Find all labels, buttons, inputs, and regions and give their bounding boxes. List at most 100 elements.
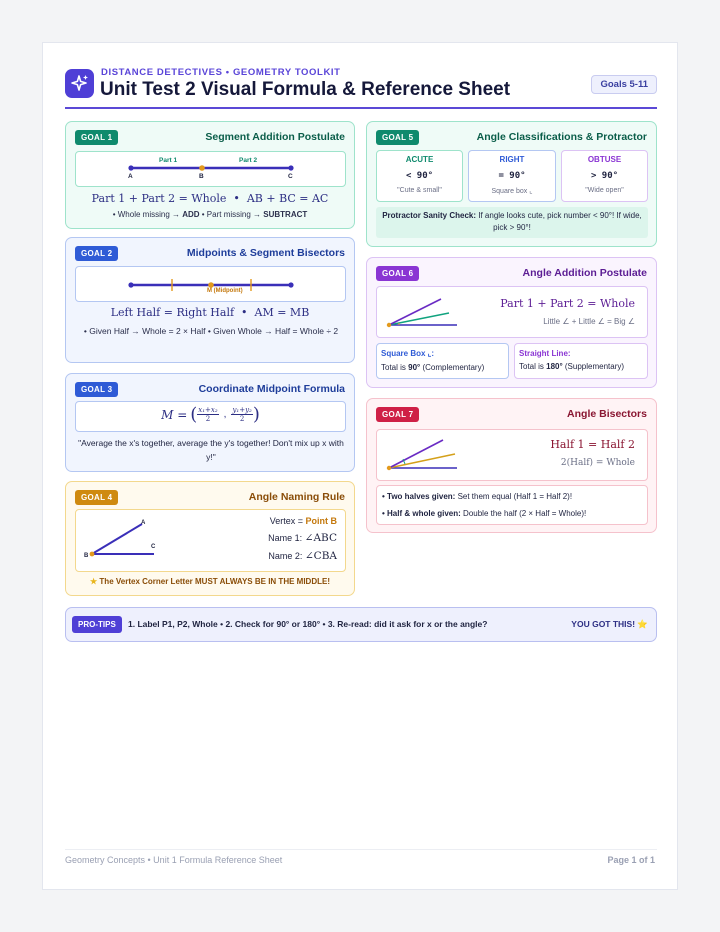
pro-tips-text: 1. Label P1, P2, Whole • 2. Check for 90…: [128, 619, 488, 629]
bisector-tips: • Two halves given: Set them equal (Half…: [376, 485, 648, 525]
goal-1-formula: Part 1 + Part 2 = Whole • AB + BC = AC: [91, 192, 329, 205]
goal-6-subformula: Little ∠ + Little ∠ = Big ∠: [543, 317, 635, 326]
open-paren: (: [190, 404, 198, 425]
goal-4-rule: ★ The Vertex Corner Letter MUST ALWAYS B…: [66, 577, 354, 586]
comma: ,: [223, 409, 227, 420]
note-subtract: SUBTRACT: [263, 210, 308, 219]
right-label: RIGHT: [499, 155, 525, 164]
right-note: Square box ⌞: [491, 188, 533, 195]
square-box-text: Total is 90° (Complementary): [381, 363, 484, 372]
goal-7-card: GOAL 7 Angle Bisectors Half 1 = Half 2 2…: [366, 398, 657, 533]
x-numerator: x₁+x₂: [197, 406, 219, 415]
goal-4-tag: GOAL 4: [75, 490, 119, 505]
point-b-label: B: [84, 553, 89, 559]
obtuse-note: "Wide open": [585, 187, 624, 194]
goal-2-title: Midpoints & Segment Bisectors: [186, 247, 345, 259]
goal-4-card: GOAL 4 Angle Naming Rule A B C Vertex = …: [65, 481, 355, 596]
goal-3-quote: "Average the x's together, average the y…: [78, 438, 344, 462]
point-a-label: A: [141, 520, 146, 526]
midpoint-label: M (Midpoint): [207, 288, 243, 294]
angle-addition-figure: [386, 298, 457, 328]
acute-box: ACUTE < 90° "Cute & small": [376, 150, 463, 202]
y-fraction: y₁+y₂ 2: [231, 406, 253, 423]
straight-line-text: Total is 180° (Supplementary): [519, 362, 624, 371]
supplementary-total: 180°: [546, 362, 563, 371]
goals-badge: Goals 5-11: [591, 75, 657, 94]
angle-addition-diagram: Part 1 + Part 2 = Whole Little ∠ + Littl…: [376, 286, 648, 338]
straight-line-card: Straight Line: Total is 180° (Supplement…: [514, 343, 648, 379]
goal-1-title: Segment Addition Postulate: [205, 131, 345, 143]
goal-5-title: Angle Classifications & Protractor: [476, 131, 647, 143]
name1-line: Name 1: ∠ABC: [268, 532, 337, 544]
goal-6-card: GOAL 6 Angle Addition Postulate Part 1 +…: [366, 257, 657, 388]
check-text: If angle looks cute, pick number < 90°! …: [476, 211, 642, 232]
name2-value: ∠CBA: [304, 550, 337, 562]
complementary-text-b: (Complementary): [420, 363, 485, 372]
angle-bisector-diagram: Half 1 = Half 2 2(Half) = Whole: [376, 429, 648, 481]
x-fraction: x₁+x₂ 2: [197, 406, 219, 423]
vertex-line: Vertex = Point B: [270, 516, 337, 526]
goal-6-title: Angle Addition Postulate: [522, 267, 647, 279]
pro-tips-cheer: YOU GOT THIS! ⭐: [571, 619, 648, 629]
tip2-label: • Half & whole given:: [382, 509, 461, 518]
midpoint-formula: M = ( x₁+x₂ 2 , y₁+y₂ 2 ): [76, 404, 345, 425]
right-value: = 90°: [498, 171, 526, 181]
name2-line: Name 2: ∠CBA: [268, 550, 337, 562]
vertex-rule-text: The Vertex Corner Letter MUST ALWAYS BE …: [99, 577, 330, 586]
protractor-check: Protractor Sanity Check: If angle looks …: [376, 207, 648, 238]
vertex-value: Point B: [305, 516, 338, 526]
note-part-missing: • Part missing →: [199, 210, 264, 219]
sparkle-icon: [65, 69, 94, 98]
y-denominator: 2: [239, 415, 245, 423]
acute-note: "Cute & small": [397, 187, 442, 194]
complementary-text-a: Total is: [381, 363, 409, 372]
angle-naming-box: A B C Vertex = Point B Name 1: ∠ABC Name…: [75, 509, 346, 572]
goal-5-card: GOAL 5 Angle Classifications & Protracto…: [366, 121, 657, 247]
goal-2-card: GOAL 2 Midpoints & Segment Bisectors M (…: [65, 237, 355, 363]
y-numerator: y₁+y₂: [231, 406, 253, 415]
goal-2-note: • Given Half → Whole = 2 × Half • Given …: [83, 326, 339, 336]
point-a-label: A: [128, 173, 133, 180]
footer-divider: [65, 849, 657, 850]
goal-7-tag: GOAL 7: [376, 407, 420, 422]
close-paren: ): [252, 404, 260, 425]
obtuse-label: OBTUSE: [587, 155, 622, 164]
name1-label: Name 1:: [268, 533, 305, 543]
goal-6-formula: Part 1 + Part 2 = Whole: [500, 297, 635, 310]
header-eyebrow: DISTANCE DETECTIVES • GEOMETRY TOOLKIT: [101, 67, 341, 78]
pro-tips-tag: PRO-TIPS: [72, 616, 122, 633]
part1-label: Part 1: [159, 157, 178, 164]
page-number: Page 1 of 1: [607, 855, 655, 865]
angle-bisector-figure: [386, 439, 457, 471]
acute-value: < 90°: [405, 171, 434, 181]
goal-7-title: Angle Bisectors: [567, 408, 647, 420]
segment-diagram: Part 1 Part 2 A B C: [75, 151, 346, 187]
goal-2-formula: Left Half = Right Half • AM = MB: [110, 306, 310, 319]
point-b-label: B: [199, 173, 204, 180]
star-icon: ★: [90, 577, 98, 586]
name2-label: Name 2:: [268, 551, 305, 561]
check-label: Protractor Sanity Check:: [382, 211, 477, 220]
goal-5-tag: GOAL 5: [376, 130, 420, 145]
acute-label: ACUTE: [405, 155, 434, 164]
goal-3-card: GOAL 3 Coordinate Midpoint Formula M = (…: [65, 373, 355, 472]
page-title: Unit Test 2 Visual Formula & Reference S…: [100, 79, 511, 100]
tip1-label: • Two halves given:: [382, 492, 456, 501]
bisector-tip-1: • Two halves given: Set them equal (Half…: [382, 492, 572, 501]
goal-1-card: GOAL 1 Segment Addition Postulate Part 1…: [65, 121, 355, 229]
tip1-text: Set them equal (Half 1 = Half 2)!: [455, 492, 573, 501]
goal-7-formula: Half 1 = Half 2: [550, 438, 635, 451]
obtuse-value: > 90°: [590, 171, 619, 181]
header: DISTANCE DETECTIVES • GEOMETRY TOOLKIT U…: [65, 67, 657, 109]
angle-abc-diagram: [89, 523, 154, 557]
goal-3-title: Coordinate Midpoint Formula: [198, 383, 345, 395]
bisector-tip-2: • Half & whole given: Double the half (2…: [382, 509, 586, 518]
x-denominator: 2: [205, 415, 211, 423]
pro-tips-bar: PRO-TIPS 1. Label P1, P2, Whole • 2. Che…: [65, 607, 657, 642]
supplementary-text-a: Total is: [519, 362, 547, 371]
goal-1-tag: GOAL 1: [75, 130, 119, 145]
header-divider: [65, 107, 657, 109]
goal-3-tag: GOAL 3: [75, 382, 119, 397]
note-whole-missing: • Whole missing →: [112, 210, 183, 219]
footer-left: Geometry Concepts • Unit 1 Formula Refer…: [65, 855, 283, 865]
